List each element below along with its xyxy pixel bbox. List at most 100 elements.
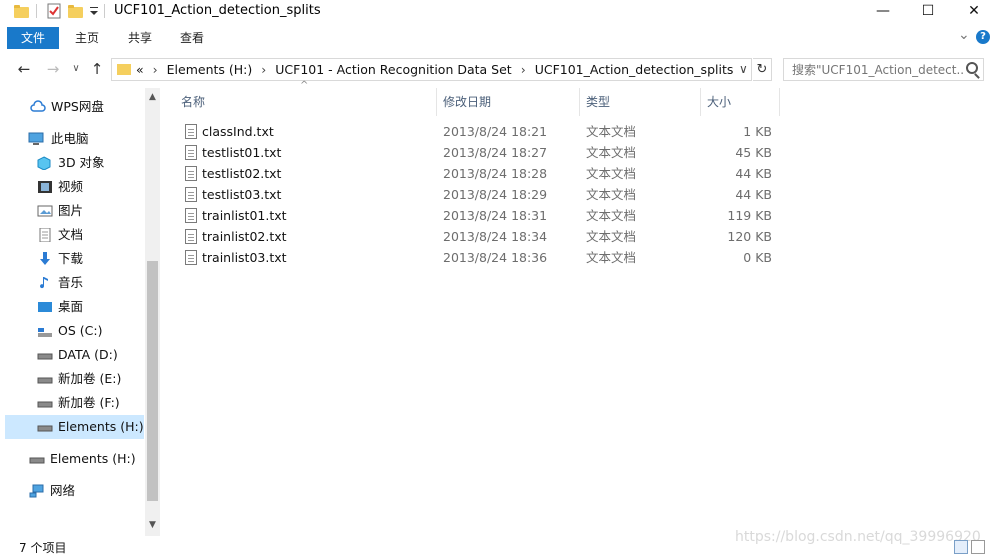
column-header-name[interactable]: 名称 bbox=[165, 88, 436, 116]
column-header-size[interactable]: 大小 bbox=[691, 88, 771, 116]
sidebar-item-volume-e[interactable]: 新加卷 (E:) bbox=[0, 367, 145, 391]
back-button[interactable]: ← bbox=[14, 59, 34, 79]
watermark: https://blog.csdn.net/qq_39996920 bbox=[735, 529, 981, 545]
text-file-icon bbox=[185, 229, 197, 244]
breadcrumb-ucf101[interactable]: UCF101 - Action Recognition Data Set bbox=[275, 62, 511, 77]
sidebar-item-3d-objects[interactable]: 3D 对象 bbox=[0, 151, 145, 175]
file-date: 2013/8/24 18:29 bbox=[443, 187, 548, 202]
text-file-icon bbox=[185, 187, 197, 202]
sidebar-item-label: 文档 bbox=[58, 227, 84, 242]
file-row[interactable]: trainlist02.txt 2013/8/24 18:34 文本文档 120… bbox=[165, 226, 990, 247]
breadcrumb-splits[interactable]: UCF101_Action_detection_splits bbox=[535, 62, 734, 77]
sidebar-item-label: 音乐 bbox=[58, 275, 84, 290]
sidebar-item-label: Elements (H:) bbox=[50, 451, 136, 466]
breadcrumb-elements[interactable]: Elements (H:) bbox=[167, 62, 253, 77]
address-bar[interactable]: «› Elements (H:) › UCF101 - Action Recognit… bbox=[111, 58, 752, 81]
drive-icon bbox=[37, 377, 53, 384]
file-name: trainlist03.txt bbox=[202, 250, 287, 265]
navpane-scrollbar[interactable]: ▲ ▼ bbox=[145, 88, 160, 536]
title-bar: UCF101_Action_detection_splits — ☐ ✕ bbox=[0, 0, 990, 24]
file-size: 119 KB bbox=[727, 208, 772, 223]
file-date: 2013/8/24 18:27 bbox=[443, 145, 548, 160]
sidebar-item-network[interactable]: 网络 bbox=[0, 479, 145, 503]
recent-locations-button[interactable]: ∨ bbox=[66, 59, 86, 79]
help-icon[interactable]: ? bbox=[976, 30, 990, 44]
item-count: 7 个项目 bbox=[19, 541, 67, 555]
expand-ribbon-button[interactable]: ⌄ bbox=[958, 27, 970, 43]
details-view-icon[interactable] bbox=[954, 540, 968, 554]
tab-home[interactable]: 主页 bbox=[64, 27, 110, 49]
sidebar-item-documents[interactable]: 文档 bbox=[0, 223, 145, 247]
scroll-down-icon[interactable]: ▼ bbox=[145, 518, 160, 533]
sidebar-item-wps[interactable]: WPS网盘 bbox=[0, 95, 145, 119]
file-type: 文本文档 bbox=[586, 187, 637, 202]
sidebar-item-this-pc[interactable]: 此电脑 bbox=[0, 127, 145, 151]
new-folder-icon[interactable] bbox=[68, 4, 84, 18]
up-button[interactable]: ↑ bbox=[87, 59, 107, 79]
os-drive-icon bbox=[38, 328, 52, 337]
file-date: 2013/8/24 18:21 bbox=[443, 124, 548, 139]
file-row[interactable]: testlist03.txt 2013/8/24 18:29 文本文档 44 K… bbox=[165, 184, 990, 205]
breadcrumb-overflow[interactable]: « bbox=[136, 62, 144, 77]
window-title: UCF101_Action_detection_splits bbox=[114, 3, 321, 18]
file-date: 2013/8/24 18:28 bbox=[443, 166, 548, 181]
column-header-date[interactable]: 修改日期 bbox=[427, 88, 570, 116]
properties-icon[interactable] bbox=[46, 3, 62, 19]
download-icon bbox=[40, 252, 50, 265]
sidebar-item-label: 新加卷 (E:) bbox=[58, 371, 122, 386]
file-row[interactable]: classInd.txt 2013/8/24 18:21 文本文档 1 KB bbox=[165, 121, 990, 142]
scrollbar-thumb[interactable] bbox=[147, 261, 158, 501]
customize-toolbar-icon[interactable] bbox=[89, 4, 99, 21]
maximize-button[interactable]: ☐ bbox=[905, 0, 951, 24]
sidebar-item-elements-h[interactable]: Elements (H:) bbox=[5, 415, 144, 439]
tab-view[interactable]: 查看 bbox=[169, 27, 215, 49]
column-header-type[interactable]: 类型 bbox=[570, 88, 685, 116]
file-row[interactable]: trainlist01.txt 2013/8/24 18:31 文本文档 119… bbox=[165, 205, 990, 226]
tab-share[interactable]: 共享 bbox=[117, 27, 163, 49]
sidebar-item-os-c[interactable]: OS (C:) bbox=[0, 319, 145, 343]
sidebar-item-volume-f[interactable]: 新加卷 (F:) bbox=[0, 391, 145, 415]
refresh-button[interactable]: ↻ bbox=[753, 58, 772, 81]
search-input[interactable] bbox=[784, 59, 964, 80]
sidebar-item-music[interactable]: 音乐 bbox=[0, 271, 145, 295]
file-size: 0 KB bbox=[743, 250, 772, 265]
sidebar-item-label: DATA (D:) bbox=[58, 347, 118, 362]
scroll-up-icon[interactable]: ▲ bbox=[145, 90, 160, 105]
minimize-button[interactable]: — bbox=[860, 0, 906, 24]
file-type: 文本文档 bbox=[586, 208, 637, 223]
text-file-icon bbox=[185, 124, 197, 139]
folder-icon bbox=[117, 64, 131, 75]
large-icons-view-icon[interactable] bbox=[971, 540, 985, 554]
breadcrumb: «› Elements (H:) › UCF101 - Action Recognit… bbox=[136, 62, 734, 77]
address-dropdown-icon[interactable]: ∨ bbox=[739, 62, 748, 76]
sidebar-item-label: 此电脑 bbox=[51, 131, 89, 146]
sidebar-item-elements-h-root[interactable]: Elements (H:) bbox=[0, 447, 145, 471]
search-icon[interactable] bbox=[966, 62, 978, 74]
text-file-icon bbox=[185, 145, 197, 160]
tab-file[interactable]: 文件 bbox=[7, 27, 59, 49]
drive-icon bbox=[29, 457, 45, 464]
sidebar-item-label: 新加卷 (F:) bbox=[58, 395, 120, 410]
ribbon-tabs: 文件 主页 共享 查看 ⌄ ? bbox=[0, 25, 990, 51]
file-row[interactable]: testlist01.txt 2013/8/24 18:27 文本文档 45 K… bbox=[165, 142, 990, 163]
file-row[interactable]: testlist02.txt 2013/8/24 18:28 文本文档 44 K… bbox=[165, 163, 990, 184]
sidebar-item-label: 网络 bbox=[50, 483, 76, 498]
search-box[interactable] bbox=[783, 58, 984, 81]
sidebar-item-videos[interactable]: 视频 bbox=[0, 175, 145, 199]
sidebar-item-pictures[interactable]: 图片 bbox=[0, 199, 145, 223]
file-row[interactable]: trainlist03.txt 2013/8/24 18:36 文本文档 0 K… bbox=[165, 247, 990, 268]
file-date: 2013/8/24 18:34 bbox=[443, 229, 548, 244]
text-file-icon bbox=[185, 166, 197, 181]
pictures-icon bbox=[37, 205, 53, 217]
sidebar-item-desktop[interactable]: 桌面 bbox=[0, 295, 145, 319]
divider[interactable] bbox=[779, 88, 780, 116]
sidebar-item-data-d[interactable]: DATA (D:) bbox=[0, 343, 145, 367]
sidebar-item-downloads[interactable]: 下载 bbox=[0, 247, 145, 271]
documents-icon bbox=[39, 228, 51, 242]
file-type: 文本文档 bbox=[586, 229, 637, 244]
sidebar-item-label: 图片 bbox=[58, 203, 84, 218]
close-button[interactable]: ✕ bbox=[951, 0, 990, 24]
file-type: 文本文档 bbox=[586, 124, 637, 139]
file-list: ^ 名称 修改日期 类型 大小 classInd.txt 2013/8/24 1… bbox=[165, 80, 990, 536]
forward-button[interactable]: → bbox=[43, 59, 63, 79]
